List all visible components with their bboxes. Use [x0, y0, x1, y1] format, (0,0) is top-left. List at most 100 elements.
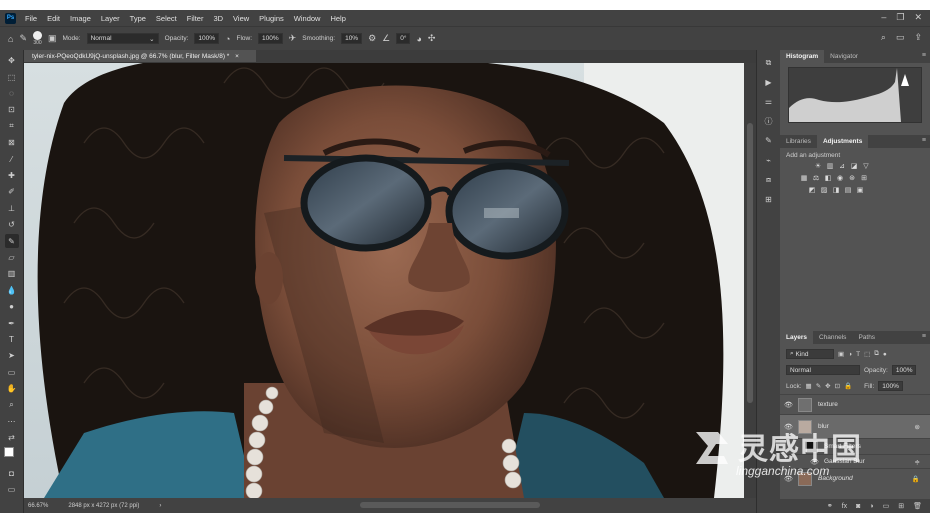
minimize-icon[interactable]: –	[881, 12, 886, 23]
gear-icon[interactable]: ⚙	[368, 33, 376, 44]
vertical-scroll-thumb[interactable]	[747, 123, 753, 403]
search-icon[interactable]: ⌕	[881, 32, 886, 43]
pen-tool-icon[interactable]: ✒	[5, 316, 19, 330]
document-tab[interactable]: tyler-nix-PQeoQdkU9jQ-unsplash.jpg @ 66.…	[24, 50, 256, 63]
clone-source-icon[interactable]: ⧈	[762, 173, 776, 187]
filter-pixel-icon[interactable]: ▣	[838, 350, 844, 358]
menu-type[interactable]: Type	[125, 14, 151, 23]
menu-window[interactable]: Window	[289, 14, 326, 23]
menu-3d[interactable]: 3D	[208, 14, 228, 23]
lock-paint-icon[interactable]: ✎	[816, 382, 821, 390]
eraser-tool-icon[interactable]: ▱	[5, 251, 19, 265]
tab-adjustments[interactable]: Adjustments	[816, 135, 869, 148]
foreground-color[interactable]	[3, 447, 14, 458]
curves-icon[interactable]: ⊿	[838, 163, 846, 171]
tab-layers[interactable]: Layers	[780, 331, 813, 344]
fx-icon[interactable]: fx	[842, 503, 847, 510]
close-tab-icon[interactable]: ×	[235, 53, 239, 60]
history-icon[interactable]: ⧉	[762, 56, 776, 70]
threshold-icon[interactable]: ◨	[832, 187, 840, 195]
tab-navigator[interactable]: Navigator	[824, 50, 864, 63]
brush-preset-picker[interactable]: 300	[32, 31, 42, 46]
exposure-icon[interactable]: ◪	[850, 163, 858, 171]
lock-pixels-icon[interactable]: ▦	[806, 382, 812, 390]
menu-select[interactable]: Select	[151, 14, 182, 23]
posterize-icon[interactable]: ▨	[820, 187, 828, 195]
screen-mode-icon[interactable]: ▭	[5, 483, 19, 497]
mode-select[interactable]: Normal ⌄	[86, 33, 159, 44]
tab-libraries[interactable]: Libraries	[780, 135, 817, 148]
actions-play-icon[interactable]: ▶	[762, 76, 776, 90]
brushes-icon[interactable]: ✎	[762, 134, 776, 148]
hue-saturation-icon[interactable]: ▦	[800, 175, 808, 183]
add-mask-icon[interactable]: ◙	[856, 503, 860, 510]
path-select-tool-icon[interactable]: ➤	[5, 349, 19, 363]
horizontal-scroll-thumb[interactable]	[360, 502, 540, 508]
move-tool-icon[interactable]: ✥	[5, 54, 19, 68]
brush-tool-icon[interactable]: ✎	[19, 33, 27, 44]
symmetry-icon[interactable]: ✣	[428, 33, 436, 44]
blur-tool-icon[interactable]: 💧	[5, 283, 19, 297]
panel-menu-icon[interactable]: ≡	[922, 333, 926, 340]
filter-toggle-icon[interactable]: ●	[883, 351, 887, 358]
share-icon[interactable]: ⇪	[914, 32, 922, 43]
quick-mask-icon[interactable]: ◘	[5, 466, 19, 480]
zoom-level[interactable]: 66.67%	[28, 503, 48, 509]
info-icon[interactable]: ⓘ	[762, 115, 776, 129]
document-canvas[interactable]	[24, 63, 744, 498]
frame-tool-icon[interactable]: ⊠	[5, 136, 19, 150]
clone-stamp-tool-icon[interactable]: ⊥	[5, 202, 19, 216]
brush-settings-icon[interactable]: ▣	[48, 33, 57, 44]
levels-icon[interactable]: ▥	[826, 163, 834, 171]
kind-filter-select[interactable]: ⌕ Kind	[786, 349, 834, 359]
menu-edit[interactable]: Edit	[42, 14, 65, 23]
blend-mode-select[interactable]: Normal	[786, 365, 860, 375]
gradient-map-icon[interactable]: ▤	[844, 187, 852, 195]
close-icon[interactable]: ✕	[914, 12, 922, 23]
filter-type-icon[interactable]: T	[856, 351, 860, 358]
color-lookup-icon[interactable]: ⊞	[860, 175, 868, 183]
visibility-eye-icon[interactable]: 👁	[784, 401, 793, 409]
menu-view[interactable]: View	[228, 14, 254, 23]
tab-channels[interactable]: Channels	[813, 331, 852, 344]
brightness-contrast-icon[interactable]: ☀	[814, 163, 822, 171]
filter-options-icon[interactable]: ≑	[915, 458, 920, 466]
menu-help[interactable]: Help	[325, 14, 350, 23]
photo-filter-icon[interactable]: ◉	[836, 175, 844, 183]
layer-name[interactable]: texture	[818, 401, 838, 408]
properties-icon[interactable]: ⚌	[762, 95, 776, 109]
opacity-field[interactable]: 100%	[891, 365, 917, 375]
eyedropper-tool-icon[interactable]: ⁄	[5, 152, 19, 166]
more-tools-icon[interactable]: ⋯	[5, 415, 19, 429]
selective-color-icon[interactable]: ▣	[856, 187, 864, 195]
angle-field[interactable]: 0°	[396, 33, 411, 44]
restore-icon[interactable]: ❐	[896, 12, 904, 23]
black-white-icon[interactable]: ◧	[824, 175, 832, 183]
filter-shape-icon[interactable]: ⬚	[864, 350, 870, 358]
hand-tool-icon[interactable]: ✋	[5, 382, 19, 396]
swap-colors-icon[interactable]: ⇄	[5, 431, 19, 445]
menu-layer[interactable]: Layer	[96, 14, 125, 23]
quick-select-tool-icon[interactable]: ⊡	[5, 103, 19, 117]
history-brush-tool-icon[interactable]: ↺	[5, 218, 19, 232]
vibrance-icon[interactable]: ▽	[862, 163, 870, 171]
flow-field[interactable]: 100%	[258, 33, 283, 44]
delete-layer-icon[interactable]: 🗑	[913, 502, 922, 510]
invert-icon[interactable]: ◩	[808, 187, 816, 195]
new-layer-icon[interactable]: ⊞	[898, 502, 904, 510]
lock-artboard-icon[interactable]: ⊡	[835, 382, 840, 390]
pressure-opacity-icon[interactable]: ◔	[225, 34, 230, 44]
marquee-tool-icon[interactable]: ⬚	[5, 70, 19, 84]
brush-settings-panel-icon[interactable]: ⌁	[762, 154, 776, 168]
layer-texture[interactable]: 👁 texture	[780, 394, 930, 414]
panel-menu-icon[interactable]: ≡	[922, 52, 926, 59]
panel-menu-icon[interactable]: ≡	[922, 137, 926, 144]
lasso-tool-icon[interactable]: ◌	[5, 87, 19, 101]
channel-mixer-icon[interactable]: ⊛	[848, 175, 856, 183]
menu-image[interactable]: Image	[65, 14, 96, 23]
status-arrow-icon[interactable]: ›	[159, 503, 161, 509]
shape-tool-icon[interactable]: ▭	[5, 365, 19, 379]
type-tool-icon[interactable]: T	[5, 333, 19, 347]
lock-position-icon[interactable]: ✥	[825, 382, 830, 390]
lock-all-icon[interactable]: 🔒	[844, 382, 852, 390]
